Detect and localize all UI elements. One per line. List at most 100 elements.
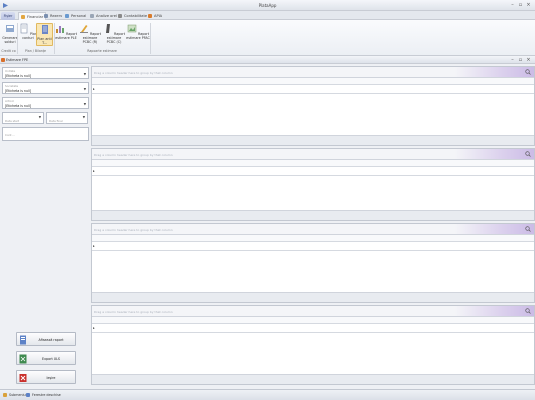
dropdown-arrow-icon[interactable]: ▼ [84, 72, 86, 76]
dropdown-arrow-icon[interactable]: ▼ [84, 87, 86, 91]
ribbon-tabs: Fișier Financiar Rezerv Personal Analize… [0, 11, 535, 20]
group-label-rapoarte: Rapoarte estimare [87, 49, 117, 53]
tab-label: APIA [154, 14, 163, 18]
accounts-plan-icon [20, 23, 28, 34]
folder-icon [3, 393, 7, 397]
doc-close-icon[interactable]: × [525, 57, 532, 63]
raport-estimare-ple-button[interactable]: Raport estimare PLE [54, 23, 78, 40]
export-xls-button[interactable]: Export XLS [16, 351, 76, 365]
data-grid-1[interactable]: Drag a column header here to group by th… [91, 66, 535, 146]
excel-icon [19, 354, 27, 364]
grid-footer [92, 135, 534, 145]
group-by-panel[interactable]: Drag a column header here to group by th… [92, 306, 534, 317]
column-header-row[interactable] [92, 235, 534, 242]
document-tab-bar: Estimare FPE – ▫ × [0, 56, 535, 64]
articol-combo[interactable]: Articol [Eticheta is null] ▼ [2, 97, 89, 109]
exit-icon [19, 374, 27, 382]
grid-footer [92, 210, 534, 220]
auto-filter-row[interactable]: ▸ [92, 167, 534, 176]
status-bar: Submeniul Ferestre deschise [0, 389, 535, 400]
search-icon[interactable] [525, 69, 531, 75]
group-label-credit: Credit co [1, 49, 16, 53]
document-icon [1, 58, 5, 62]
italic-report-icon [105, 24, 110, 33]
dropdown-arrow-icon[interactable]: ▼ [84, 102, 86, 106]
minimize-icon[interactable]: – [509, 2, 516, 8]
document-title[interactable]: Estimare FPE [6, 58, 28, 62]
tab-apia[interactable]: APIA [146, 12, 164, 20]
group-separator [150, 23, 151, 54]
windows-icon [26, 393, 30, 397]
filter-panel: Unitate [Eticheta is null] ▼ Societate [… [0, 65, 90, 387]
auto-filter-row[interactable]: ▸ [92, 324, 534, 333]
show-report-button[interactable]: Afisează raport [16, 332, 76, 346]
data-final-picker[interactable]: Data final ▼ [46, 112, 88, 124]
search-icon[interactable] [525, 226, 531, 232]
doc-minimize-icon[interactable]: – [509, 57, 516, 63]
raport-estimare-pfac-button[interactable]: Raport estimare PFAC [126, 23, 150, 40]
data-start-picker[interactable]: Data start ▼ [2, 112, 44, 124]
window-controls: – ▫ × [509, 2, 532, 8]
contabilitate-tab-icon [118, 14, 122, 18]
unitate-combo[interactable]: Unitate [Eticheta is null] ▼ [2, 67, 89, 79]
group-label-plan-bilante: Plan / Bilanțe [24, 49, 47, 53]
report-icon [20, 335, 26, 345]
window-title: PlataApp [258, 3, 277, 8]
apia-tab-icon [148, 14, 152, 18]
exit-button[interactable]: Ieșire [16, 370, 76, 384]
group-by-panel[interactable]: Drag a column header here to group by th… [92, 149, 534, 160]
rezerv-tab-icon [44, 14, 48, 18]
close-icon[interactable]: × [525, 2, 532, 8]
cont-field[interactable]: Cont ... [2, 127, 89, 141]
chart-report-icon [55, 26, 64, 33]
personal-tab-icon [65, 14, 69, 18]
pencil-report-icon [79, 25, 88, 33]
group-by-panel[interactable]: Drag a column header here to group by th… [92, 67, 534, 78]
data-grid-3[interactable]: Drag a column header here to group by th… [91, 223, 535, 303]
tab-label: Rezerv [50, 14, 63, 18]
image-report-icon [127, 24, 137, 33]
raport-estimare-pcbc-r-button[interactable]: Raport estimare PCBC (R) [78, 23, 102, 44]
societate-combo[interactable]: Societate [Eticheta is null] ▼ [2, 82, 89, 94]
financiar-tab-icon [21, 14, 25, 19]
auto-filter-row[interactable]: ▸ [92, 242, 534, 251]
document-window-controls: – ▫ × [509, 57, 532, 63]
submenu-status-item[interactable]: Submeniul [3, 393, 27, 397]
tab-label: Analize orel [96, 14, 117, 18]
tab-rezerv[interactable]: Rezerv [42, 12, 64, 20]
search-icon[interactable] [525, 151, 531, 157]
dropdown-arrow-icon[interactable]: ▼ [83, 115, 85, 119]
row-indicator-icon: ▸ [93, 244, 95, 248]
group-by-panel[interactable]: Drag a column header here to group by th… [92, 224, 534, 235]
tab-analize[interactable]: Analize orel [88, 12, 119, 20]
row-indicator-icon: ▸ [93, 326, 95, 330]
tab-contabilitate[interactable]: Contabilitate [116, 12, 149, 20]
column-header-row[interactable] [92, 317, 534, 324]
row-indicator-icon: ▸ [93, 169, 95, 173]
auto-filter-row[interactable]: ▸ [92, 85, 534, 94]
maximize-icon[interactable]: ▫ [517, 2, 524, 8]
dropdown-arrow-icon[interactable]: ▼ [39, 115, 41, 119]
analize-tab-icon [90, 14, 94, 18]
title-bar: PlataApp – ▫ × [0, 0, 535, 11]
data-grid-4[interactable]: Drag a column header here to group by th… [91, 305, 535, 385]
open-windows-status-item[interactable]: Ferestre deschise [26, 393, 61, 397]
column-header-row[interactable] [92, 160, 534, 167]
data-grid-2[interactable]: Drag a column header here to group by th… [91, 148, 535, 221]
tab-personal[interactable]: Personal [63, 12, 88, 20]
doc-restore-icon[interactable]: ▫ [517, 57, 524, 63]
row-indicator-icon: ▸ [93, 87, 95, 91]
list-icon [41, 25, 48, 34]
ribbon-panel: Generare solduri Plan conturi Plan anti … [0, 20, 535, 56]
file-menu-button[interactable]: Fișier [1, 12, 15, 20]
search-icon[interactable] [525, 308, 531, 314]
balance-icon [6, 25, 14, 32]
tab-label: Contabilitate [124, 14, 148, 18]
grid-footer [92, 374, 534, 384]
raport-estimare-pcbc-c-button[interactable]: Raport estimare PCBC (C) [102, 23, 126, 44]
column-header-row[interactable] [92, 78, 534, 85]
plan-anti-button[interactable]: Plan anti T... [36, 23, 53, 46]
tab-label: Financiar [27, 14, 44, 19]
tab-label: Personal [71, 14, 87, 18]
grid-footer [92, 292, 534, 302]
